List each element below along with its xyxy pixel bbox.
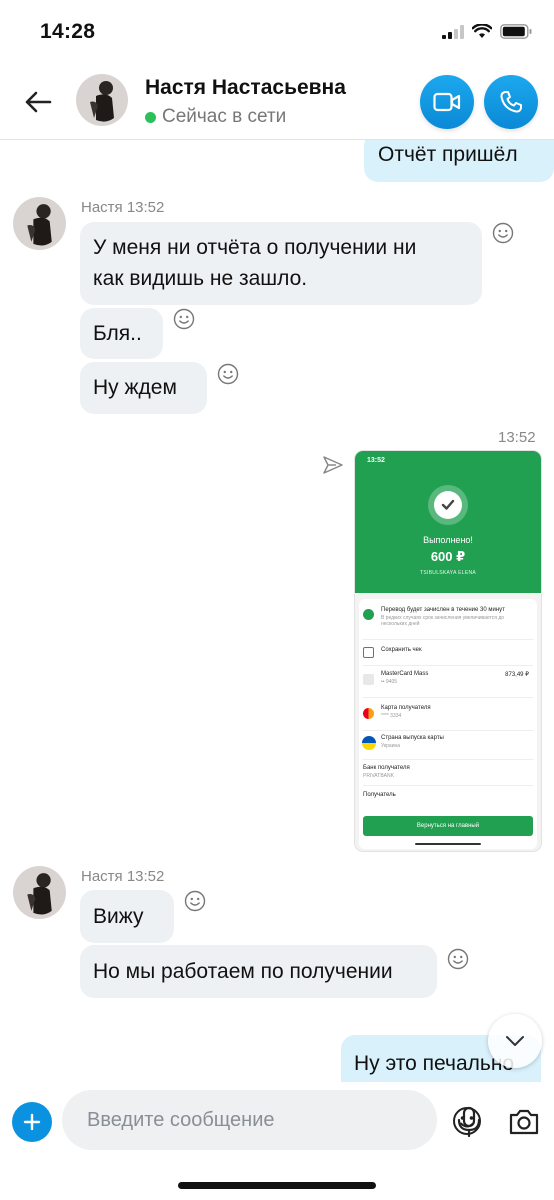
mastercard-icon [363,708,374,719]
contact-avatar[interactable] [76,74,128,126]
status-bar: 14:28 [0,0,554,62]
microphone-icon[interactable] [455,1106,483,1138]
divider [363,639,533,640]
divider [363,785,533,786]
battery-icon [500,24,532,39]
message-text: Но мы работаем по получении [93,960,393,983]
incoming-message[interactable]: Но мы работаем по получении [80,945,437,998]
chat-header: Настя Настасьевна Сейчас в сети [0,62,554,140]
receipt-header: 13:52 Выполнено! 600 ₽ TSIBULSKAYA ELENA [355,451,541,593]
contact-name[interactable]: Настя Настасьевна [145,76,346,100]
message-input-container [62,1090,481,1150]
message-text: Ну это печально [354,1052,515,1075]
message-composer [0,1082,554,1162]
card-icon [363,674,374,685]
chevron-down-icon [506,1036,524,1046]
presence-text: Сейчас в сети [162,106,287,127]
message-text: Бля.. [93,322,142,345]
receipt-home-button: Вернуться на главный [363,816,533,836]
message-time: 13:52 [498,429,536,446]
message-text: Ну ждем [93,376,177,399]
message-text: Вижу [93,905,144,928]
receipt-row: Банк получателя PRIVATBANK [363,765,533,779]
image-attachment[interactable]: 13:52 Выполнено! 600 ₽ TSIBULSKAYA ELENA… [355,451,541,851]
reaction-smiley-icon[interactable] [184,890,206,912]
receipt-amount: 600 ₽ [430,549,466,564]
receipt-row-label: Получатель [363,792,396,798]
sender-avatar[interactable] [13,866,66,919]
reaction-smiley-icon[interactable] [492,222,514,244]
sent-status-icon [323,456,343,474]
message-meta: Настя 13:52 [81,868,165,885]
receipt-icon [363,647,374,658]
receipt-home-indicator [415,843,481,845]
receipt-row: Получатель [363,792,533,798]
reaction-smiley-icon[interactable] [217,363,239,385]
presence-status: Сейчас в сети [145,106,286,128]
receipt-row-label: MasterCard Mass [381,671,429,677]
message-list[interactable]: Отчёт пришёл Настя 13:52 У меня ни отчёт… [0,140,554,1082]
incoming-message[interactable]: Бля.. [80,308,163,359]
incoming-message[interactable]: У меня ни отчёта о получении ни как види… [80,222,482,305]
sender-avatar[interactable] [13,197,66,250]
arrow-left-icon [25,91,52,113]
receipt-details: Перевод будет зачислен в течение 30 мину… [359,599,537,849]
receipt-recipient-name: TSIBULSKAYA ELENA [419,570,477,576]
cellular-signal-icon [442,24,464,39]
add-attachment-button[interactable] [12,1102,52,1142]
divider [363,665,533,666]
phone-icon [500,91,522,113]
receipt-row-sub: PRIVATBANK [363,773,394,779]
receipt-row-sub: Украина [381,743,401,749]
receipt-row-label: Перевод будет зачислен в течение 30 мину… [381,607,505,613]
message-text-line: как видишь не зашло. [93,267,308,290]
receipt-row-sub: **** 3334 [381,713,402,719]
outgoing-message[interactable]: Отчёт пришёл [364,140,554,182]
online-dot-icon [145,111,156,123]
message-meta: Настя 13:52 [81,199,165,216]
receipt-row-sub: В редких случаях срок зачисления увеличи… [381,615,505,627]
receipt-card-amount: 873,49 ₽ [505,672,529,678]
divider [363,730,533,731]
receipt-status-time: 13:52 [367,457,385,464]
message-text: Отчёт пришёл [378,143,518,166]
receipt-done-label: Выполнено! [423,535,473,545]
message-text-line: У меня ни отчёта о получении ни [93,236,417,259]
camera-icon[interactable] [508,1108,540,1136]
status-icons [442,24,532,39]
status-time: 14:28 [40,20,96,43]
incoming-message[interactable]: Ну ждем [80,362,207,414]
success-check-icon [428,485,468,525]
check-circle-icon [363,609,374,620]
back-button[interactable] [18,82,58,122]
wifi-icon [472,24,492,38]
reaction-smiley-icon[interactable] [173,308,195,330]
avatar-photo [76,74,128,126]
audio-call-button[interactable] [484,75,538,129]
incoming-message[interactable]: Вижу [80,890,174,943]
receipt-row-label: Страна выпуска карты [381,735,444,741]
reaction-smiley-icon[interactable] [447,948,469,970]
ukraine-flag-icon [362,736,376,750]
scroll-to-bottom-button[interactable] [488,1014,542,1068]
avatar-photo [13,866,66,919]
plus-icon [23,1113,41,1131]
receipt-row-label: Карта получателя [381,705,431,711]
receipt-row-label: Сохранить чек [381,647,422,653]
divider [363,697,533,698]
message-input[interactable] [87,1090,387,1150]
receipt-row-sub: •• 9405 [381,679,398,685]
home-indicator [178,1182,376,1189]
receipt-row-label: Банк получателя [363,765,410,771]
avatar-photo [13,197,66,250]
video-call-button[interactable] [420,75,474,129]
video-camera-icon [433,92,461,112]
divider [363,759,533,760]
